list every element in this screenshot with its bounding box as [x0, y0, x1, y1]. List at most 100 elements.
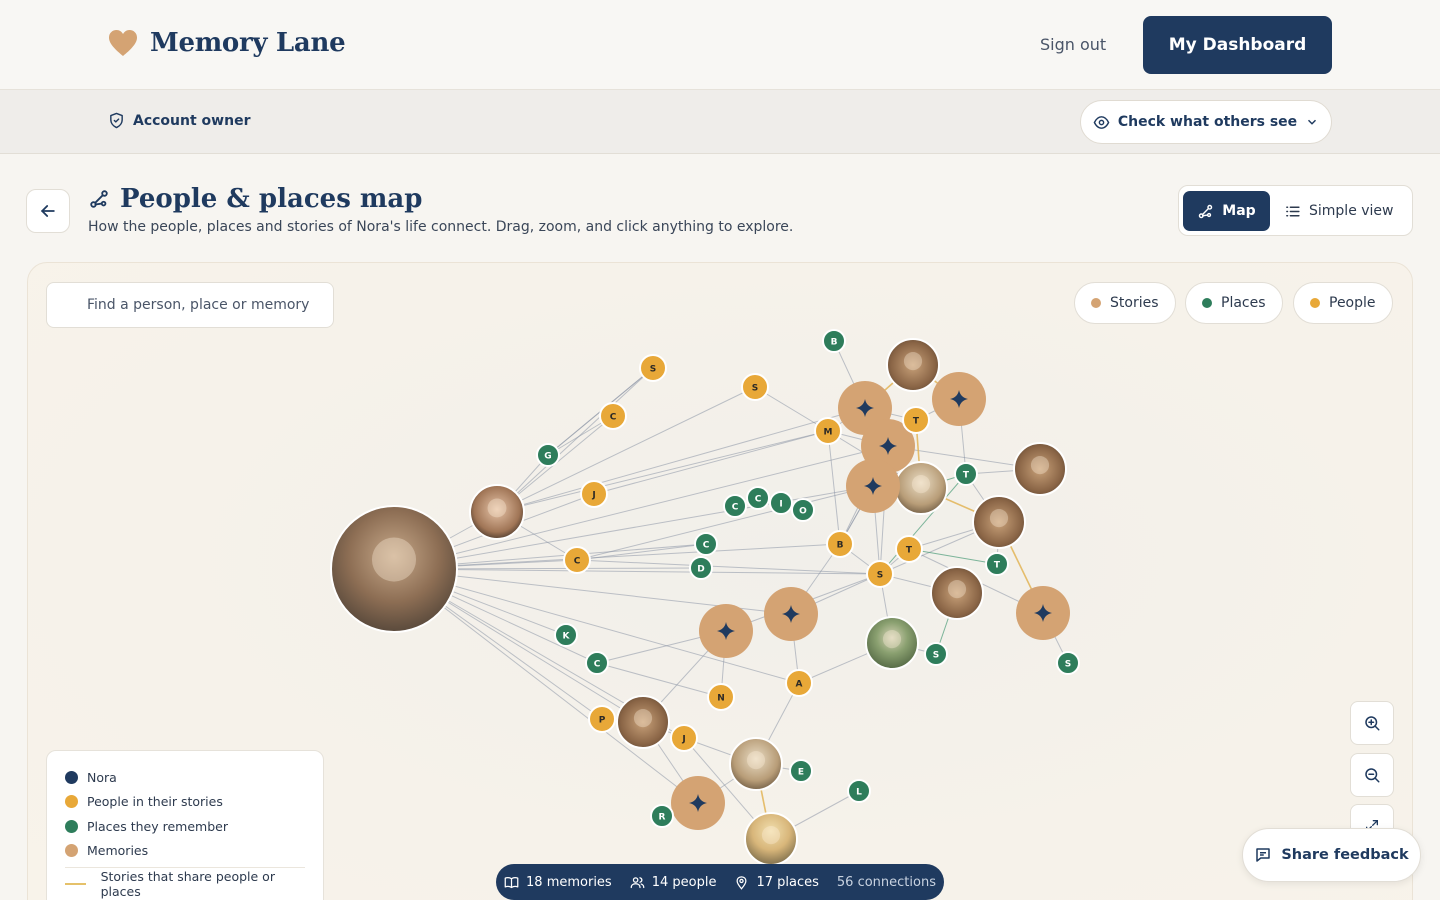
network-icon: [90, 190, 108, 208]
zoom-out-icon: [1365, 768, 1380, 783]
check-what-others-see-label: Check what others see: [1117, 114, 1298, 130]
node-initial: C: [732, 503, 739, 513]
place-node[interactable]: T: [954, 462, 978, 486]
person-node[interactable]: S: [866, 560, 894, 588]
brand-name: Memory Lane: [150, 28, 346, 58]
story-node[interactable]: [671, 776, 725, 830]
node-initial: L: [856, 788, 862, 798]
photo-memory-node[interactable]: [729, 737, 783, 791]
node-initial: T: [963, 471, 970, 481]
place-node[interactable]: B: [822, 329, 846, 353]
person-node[interactable]: S: [741, 373, 769, 401]
place-node[interactable]: G: [536, 443, 560, 467]
tab-map[interactable]: Map: [1183, 191, 1270, 231]
photo-memory-node[interactable]: [469, 484, 525, 540]
filter-places[interactable]: Places: [1185, 282, 1283, 324]
person-node[interactable]: C: [563, 546, 591, 574]
place-node[interactable]: I: [769, 491, 793, 515]
account-owner-badge: Account owner: [108, 112, 250, 129]
node-initial: P: [599, 716, 606, 726]
person-node[interactable]: P: [588, 705, 616, 733]
search-input[interactable]: Find a person, place or memory: [46, 282, 334, 328]
connection-line: [576, 559, 881, 575]
photo-memory-node[interactable]: [616, 695, 670, 749]
place-node[interactable]: S: [924, 642, 948, 666]
person-node[interactable]: T: [895, 535, 923, 563]
story-node[interactable]: [699, 604, 753, 658]
person-node[interactable]: A: [785, 669, 813, 697]
person-node[interactable]: J: [670, 724, 698, 752]
account-owner-label: Account owner: [133, 112, 251, 129]
filter-people[interactable]: People: [1293, 282, 1393, 324]
person-node[interactable]: T: [902, 406, 930, 434]
zoom-in-button[interactable]: [1350, 701, 1394, 745]
legend-item-people: People in their stories: [65, 790, 305, 815]
map-panel[interactable]: S S C J M T C B T S N A P J B G C C I O C D T T K C S S E L R Find a p…: [27, 262, 1413, 900]
node-initial: G: [544, 452, 551, 462]
legend-divider: [65, 867, 305, 868]
photo-memory-node[interactable]: [886, 338, 940, 392]
filter-stories[interactable]: Stories: [1074, 282, 1176, 324]
story-node[interactable]: [764, 587, 818, 641]
users-icon: [630, 876, 645, 888]
place-node[interactable]: C: [746, 486, 770, 510]
person-node[interactable]: M: [814, 417, 842, 445]
top-header: Memory Lane Sign out My Dashboard: [0, 0, 1440, 90]
zoom-out-button[interactable]: [1350, 753, 1394, 797]
connection-line: [576, 543, 707, 561]
place-node[interactable]: T: [985, 552, 1009, 576]
photo-memory-node[interactable]: [865, 616, 919, 670]
node-initial: M: [824, 428, 833, 438]
stat-people: 14 people: [630, 874, 717, 890]
node-initial: C: [610, 413, 617, 423]
account-bar: Account owner Check what others see: [0, 90, 1440, 154]
check-what-others-see-button[interactable]: Check what others see: [1080, 100, 1332, 144]
connection-line: [393, 568, 881, 575]
heart-icon: [109, 30, 137, 56]
person-node[interactable]: J: [580, 480, 608, 508]
place-node[interactable]: O: [791, 498, 815, 522]
node-initial: S: [752, 384, 758, 394]
node-initial: I: [779, 500, 782, 510]
tab-simple-view[interactable]: Simple view: [1284, 191, 1394, 231]
node-initial: T: [994, 561, 1001, 571]
sign-out-link[interactable]: Sign out: [1040, 35, 1106, 54]
filter-stories-label: Stories: [1110, 295, 1159, 311]
place-node[interactable]: C: [723, 494, 747, 518]
back-button[interactable]: [26, 189, 70, 233]
story-node[interactable]: [1016, 586, 1070, 640]
place-node[interactable]: K: [554, 623, 578, 647]
node-initial: B: [831, 338, 838, 348]
story-node[interactable]: [846, 459, 900, 513]
place-node[interactable]: S: [1056, 651, 1080, 675]
person-node[interactable]: N: [707, 683, 735, 711]
place-node[interactable]: C: [694, 532, 718, 556]
photo-memory-node[interactable]: [972, 495, 1026, 549]
share-feedback-button[interactable]: Share feedback: [1242, 828, 1421, 882]
person-node[interactable]: S: [639, 354, 667, 382]
node-initial: A: [796, 680, 803, 690]
place-node[interactable]: R: [650, 804, 674, 828]
connection-line: [593, 430, 829, 495]
node-initial: T: [906, 546, 913, 556]
stat-people-label: 14 people: [651, 874, 717, 890]
node-initial: O: [799, 507, 807, 517]
brand[interactable]: Memory Lane: [108, 28, 346, 58]
place-node[interactable]: L: [847, 779, 871, 803]
place-node[interactable]: E: [789, 759, 813, 783]
node-initial: K: [563, 632, 571, 642]
place-node[interactable]: D: [689, 556, 713, 580]
my-dashboard-button[interactable]: My Dashboard: [1143, 16, 1332, 74]
node-initial: N: [717, 694, 725, 704]
person-node[interactable]: B: [826, 530, 854, 558]
connection-line: [827, 430, 841, 545]
filter-people-label: People: [1329, 295, 1376, 311]
place-node[interactable]: C: [585, 651, 609, 675]
photo-memory-node[interactable]: [930, 566, 984, 620]
story-node[interactable]: [932, 372, 986, 426]
person-node[interactable]: C: [599, 402, 627, 430]
photo-memory-node[interactable]: [744, 812, 798, 866]
photo-memory-node[interactable]: [894, 461, 948, 515]
nora-photo-node[interactable]: [330, 505, 458, 633]
photo-memory-node[interactable]: [1013, 442, 1067, 496]
